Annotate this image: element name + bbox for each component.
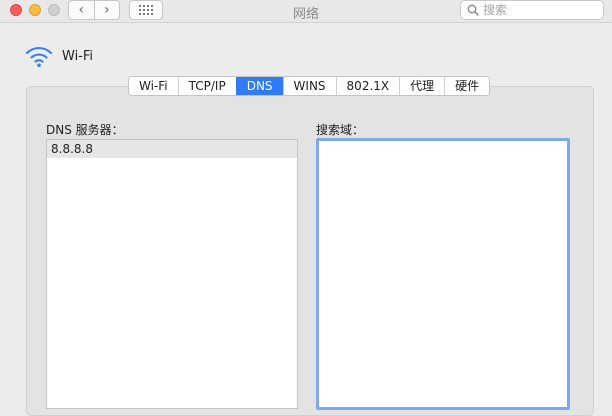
tab-8021x[interactable]: 802.1X xyxy=(335,77,400,95)
window-titlebar: ‹ › 网络 xyxy=(0,0,612,23)
tab-dns[interactable]: DNS xyxy=(235,77,283,95)
tab-proxy[interactable]: 代理 xyxy=(399,77,445,95)
tab-tcpip[interactable]: TCP/IP xyxy=(177,77,236,95)
dns-server-row[interactable]: 8.8.8.8 xyxy=(47,140,297,158)
dns-servers-list[interactable]: 8.8.8.8 xyxy=(46,139,298,409)
tab-hardware[interactable]: 硬件 xyxy=(444,77,490,95)
search-domains-list[interactable] xyxy=(316,138,570,410)
wifi-icon xyxy=(25,46,53,67)
tab-wifi[interactable]: Wi-Fi xyxy=(129,77,178,95)
search-field[interactable] xyxy=(460,0,604,20)
interface-name: Wi-Fi xyxy=(62,48,94,64)
dns-servers-label: DNS 服务器： xyxy=(46,123,124,137)
interface-header: Wi-Fi xyxy=(24,44,93,68)
search-domains-label: 搜索域： xyxy=(316,123,365,137)
tab-wins[interactable]: WINS xyxy=(282,77,336,95)
search-icon xyxy=(467,4,479,16)
tab-bar: Wi-Fi TCP/IP DNS WINS 802.1X 代理 硬件 xyxy=(128,76,491,96)
search-input[interactable] xyxy=(483,3,593,17)
